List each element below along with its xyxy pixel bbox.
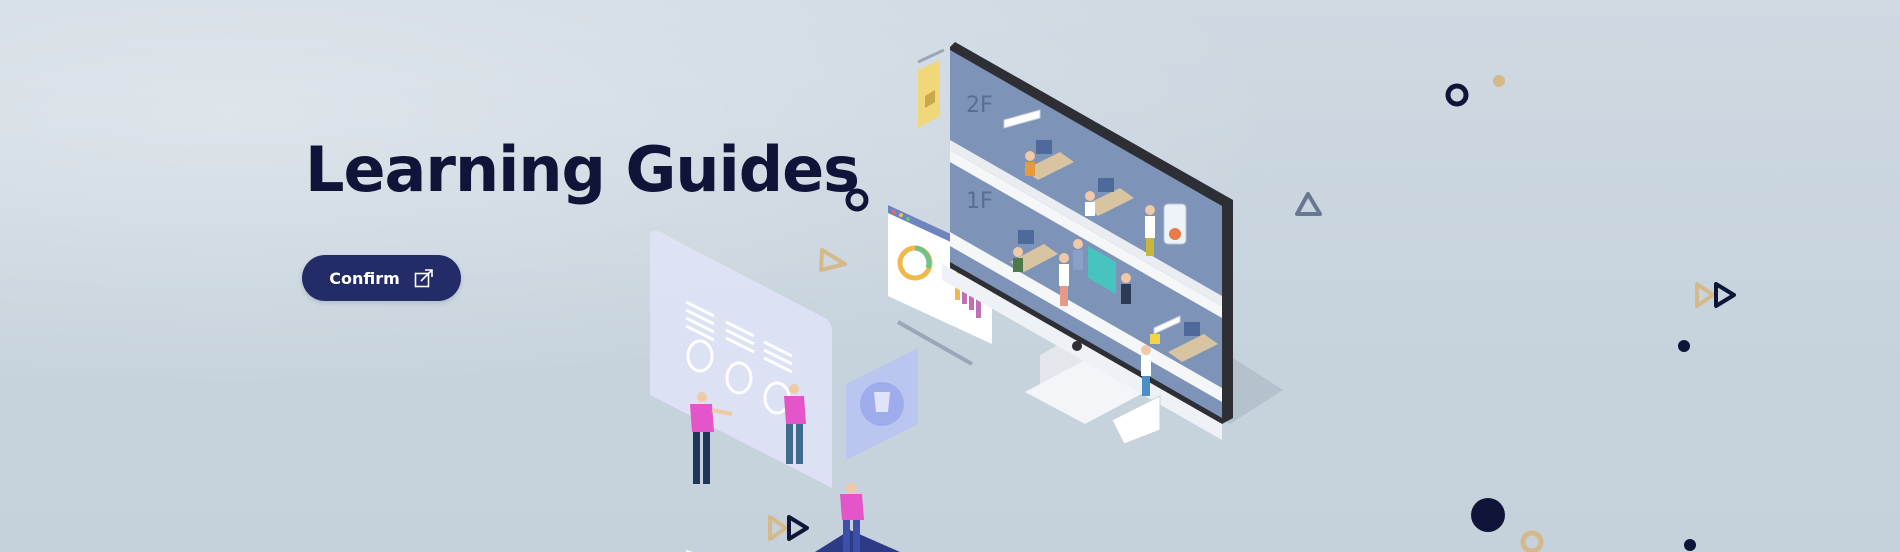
external-link-icon (414, 268, 434, 288)
confirm-button[interactable]: Confirm (302, 255, 461, 301)
page-title: Learning Guides (305, 133, 860, 206)
page-background (0, 0, 1900, 552)
confirm-button-label: Confirm (329, 268, 400, 288)
